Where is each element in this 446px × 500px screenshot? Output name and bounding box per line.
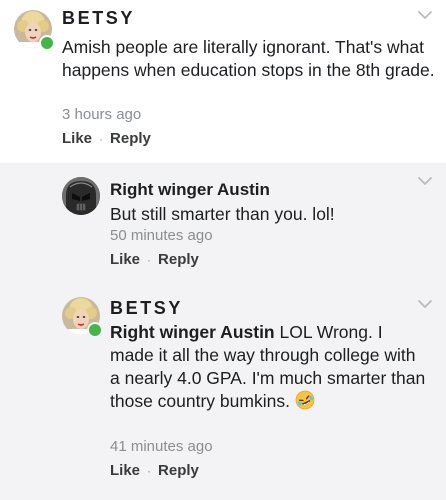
reply-actions: Like · Reply: [110, 251, 199, 268]
replies-section: Right winger Austin But still smarter th…: [0, 163, 446, 500]
separator-dot: ·: [99, 132, 104, 146]
mention-link[interactable]: Right winger Austin: [110, 322, 275, 342]
reply-text: Right winger Austin LOL Wrong. I made it…: [110, 321, 426, 413]
rofl-emoji: [295, 390, 315, 410]
like-button[interactable]: Like: [110, 462, 140, 479]
like-button[interactable]: Like: [110, 251, 140, 268]
comment-actions: Like · Reply: [62, 130, 151, 147]
separator-dot: ·: [147, 464, 152, 478]
comment-timestamp: 3 hours ago: [62, 106, 142, 123]
reply-button[interactable]: Reply: [158, 462, 199, 479]
reply-text: But still smarter than you. lol!: [110, 204, 335, 224]
separator-dot: ·: [147, 253, 152, 267]
reply-actions: Like · Reply: [110, 462, 199, 479]
chevron-down-icon[interactable]: [418, 300, 432, 309]
chevron-down-icon[interactable]: [418, 11, 432, 20]
online-status-icon: [87, 322, 103, 338]
reply-timestamp: 41 minutes ago: [110, 438, 213, 455]
reply-timestamp: 50 minutes ago: [110, 227, 213, 244]
comment-text: Amish people are literally ignorant. Tha…: [62, 37, 435, 80]
chevron-down-icon[interactable]: [418, 177, 432, 186]
avatar[interactable]: [62, 177, 100, 215]
comment: BETSY Amish people are literally ignoran…: [0, 0, 446, 163]
reply-button[interactable]: Reply: [110, 130, 151, 147]
reply-author[interactable]: BETSY: [110, 298, 183, 319]
online-status-icon: [39, 35, 55, 51]
comment-author[interactable]: BETSY: [62, 8, 135, 29]
reply-author[interactable]: Right winger Austin: [110, 180, 270, 200]
like-button[interactable]: Like: [62, 130, 92, 147]
reply-button[interactable]: Reply: [158, 251, 199, 268]
